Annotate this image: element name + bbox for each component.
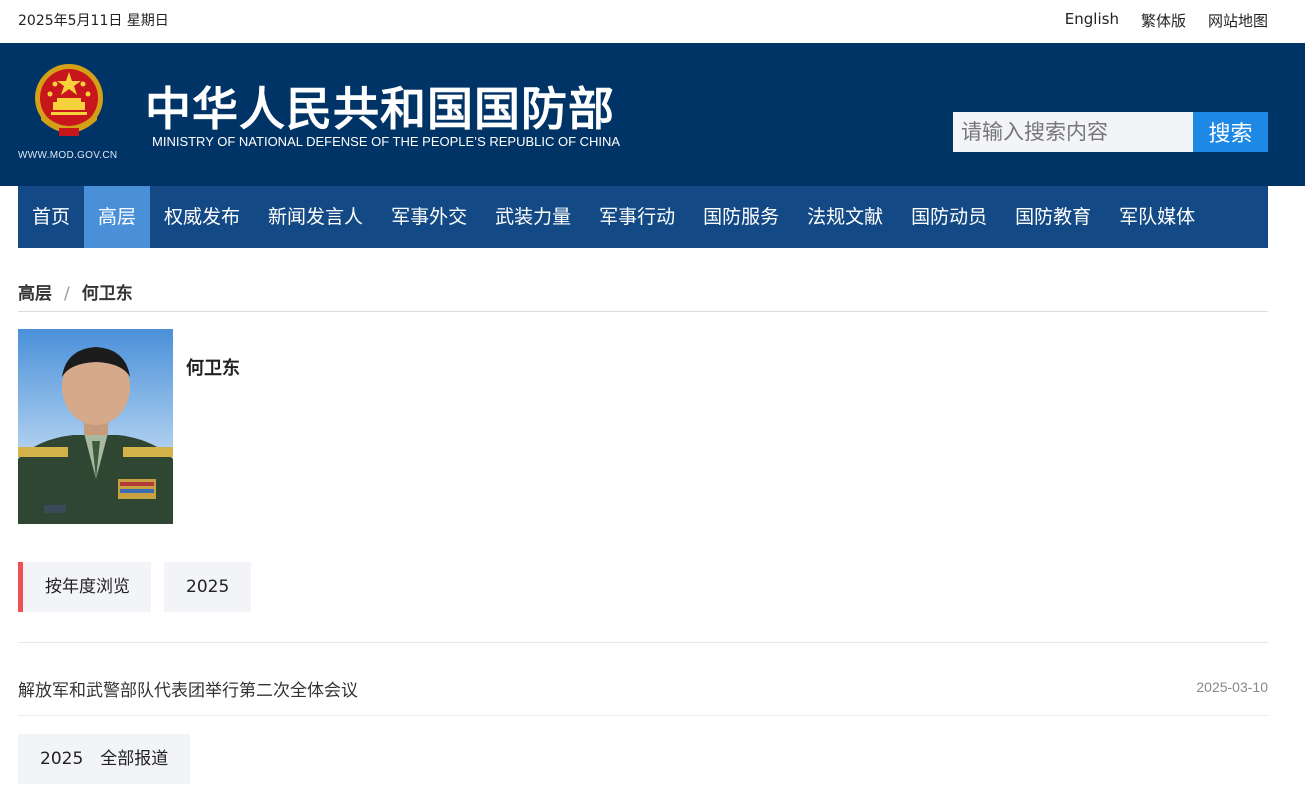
sitemap-link[interactable]: 网站地图 — [1208, 10, 1268, 31]
site-title-chinese[interactable]: 中华人民共和国国防部 — [145, 73, 615, 139]
top-utility-bar: 2025年5月11日 星期日 English 繁体版 网站地图 — [0, 0, 1305, 43]
english-link[interactable]: English — [1065, 10, 1119, 31]
divider — [18, 715, 1268, 716]
nav-item-defense-services[interactable]: 国防服务 — [689, 186, 793, 248]
breadcrumb-current: 何卫东 — [81, 284, 133, 304]
traditional-chinese-link[interactable]: 繁体版 — [1141, 10, 1186, 31]
current-date: 2025年5月11日 星期日 — [18, 13, 169, 29]
nav-item-armed-forces[interactable]: 武装力量 — [481, 186, 585, 248]
news-title[interactable]: 解放军和武警部队代表团举行第二次全体会议 — [18, 676, 358, 701]
site-url: WWW.MOD.GOV.CN — [18, 150, 118, 161]
divider — [18, 642, 1268, 643]
nav-item-releases[interactable]: 权威发布 — [150, 186, 254, 248]
year-filter-label: 按年度浏览 — [18, 562, 151, 612]
utility-links: English 繁体版 网站地图 — [1065, 10, 1268, 31]
person-name: 何卫东 — [186, 358, 240, 379]
national-emblem-icon[interactable] — [33, 62, 105, 140]
nav-item-military-operations[interactable]: 军事行动 — [585, 186, 689, 248]
nav-item-military-media[interactable]: 军队媒体 — [1105, 186, 1209, 248]
search-box: 搜索 — [953, 112, 1268, 152]
nav-item-regulations[interactable]: 法规文献 — [793, 186, 897, 248]
nav-item-military-diplomacy[interactable]: 军事外交 — [377, 186, 481, 248]
breadcrumb-section[interactable]: 高层 — [18, 284, 52, 304]
year-filter: 按年度浏览 2025 — [18, 562, 252, 612]
search-button[interactable]: 搜索 — [1193, 112, 1268, 152]
main-nav: 首页 高层 权威发布 新闻发言人 军事外交 武装力量 军事行动 国防服务 法规文… — [18, 186, 1268, 248]
year-filter-2025[interactable]: 2025 — [164, 562, 252, 612]
breadcrumb-separator: / — [64, 284, 70, 304]
nav-item-mobilization[interactable]: 国防动员 — [897, 186, 1001, 248]
portrait-photo — [18, 329, 173, 524]
nav-item-home[interactable]: 首页 — [18, 186, 84, 248]
site-title-english: MINISTRY OF NATIONAL DEFENSE OF THE PEOP… — [152, 134, 621, 149]
nav-item-spokesperson[interactable]: 新闻发言人 — [254, 186, 377, 248]
breadcrumb: 高层 / 何卫东 — [18, 279, 133, 304]
news-date: 2025-03-10 — [1196, 679, 1268, 695]
nav-item-leadership[interactable]: 高层 — [84, 186, 151, 248]
news-list-item[interactable]: 解放军和武警部队代表团举行第二次全体会议 2025-03-10 — [18, 676, 1268, 702]
divider — [18, 311, 1268, 312]
all-reports-button[interactable]: 2025 全部报道 — [18, 734, 191, 784]
search-input[interactable] — [953, 112, 1193, 152]
site-header: WWW.MOD.GOV.CN 中华人民共和国国防部 MINISTRY OF NA… — [0, 43, 1305, 186]
nav-item-education[interactable]: 国防教育 — [1001, 186, 1105, 248]
